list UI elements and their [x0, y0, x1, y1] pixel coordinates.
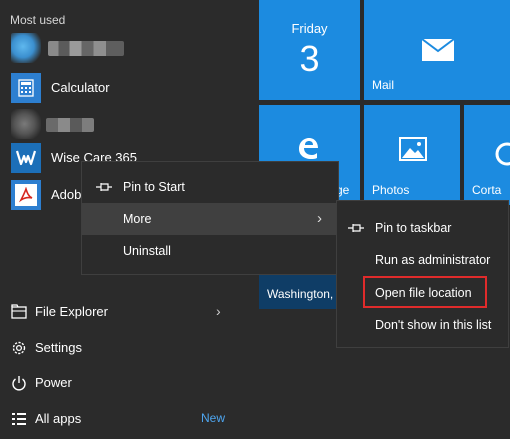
submenu-item-dont-show[interactable]: Don't show in this list	[337, 309, 508, 341]
app-item-calculator[interactable]: Calculator	[0, 71, 250, 105]
pin-icon	[95, 181, 113, 196]
mail-tile[interactable]: Mail	[364, 0, 510, 100]
settings-item[interactable]: Settings	[0, 331, 250, 365]
chevron-right-icon: ›	[317, 210, 322, 227]
submenu-label-pin-to-taskbar: Pin to taskbar	[375, 221, 452, 235]
file-explorer-label: File Explorer	[35, 304, 108, 319]
cortana-tile[interactable]: Corta	[464, 105, 510, 205]
mail-label: Mail	[372, 78, 395, 92]
file-explorer-icon	[10, 303, 28, 321]
submenu: Pin to taskbar Run as administrator Open…	[336, 200, 509, 348]
power-label: Power	[35, 375, 72, 390]
app-item-blurred-1[interactable]	[0, 31, 250, 65]
power-item[interactable]: Power	[0, 366, 250, 400]
context-menu: Pin to Start More › Uninstall	[81, 161, 339, 275]
gear-icon	[10, 339, 28, 357]
menu-label-pin-to-start: Pin to Start	[123, 180, 185, 194]
submenu-item-pin-to-taskbar[interactable]: Pin to taskbar	[337, 212, 508, 244]
menu-item-uninstall[interactable]: Uninstall	[82, 235, 338, 267]
app-item-blurred-2[interactable]	[0, 107, 250, 141]
list-icon	[10, 410, 28, 428]
all-apps-item[interactable]: All apps New	[0, 402, 250, 436]
calendar-tile[interactable]: Friday 3	[259, 0, 360, 100]
menu-item-pin-to-start[interactable]: Pin to Start	[82, 171, 338, 203]
weather-label: Washington,	[267, 287, 334, 301]
blurred-app-icon	[11, 109, 41, 139]
calendar-day: Friday	[291, 21, 328, 36]
settings-label: Settings	[35, 340, 82, 355]
menu-label-more: More	[123, 212, 152, 226]
file-explorer-item[interactable]: File Explorer ›	[0, 295, 250, 329]
adobe-acrobat-icon	[11, 180, 41, 210]
blurred-app-name	[48, 41, 124, 56]
submenu-label-run-as-admin: Run as administrator	[375, 253, 491, 267]
chevron-right-icon[interactable]: ›	[216, 303, 221, 319]
cortana-label: Corta	[472, 183, 502, 197]
submenu-item-run-as-admin[interactable]: Run as administrator	[337, 244, 508, 276]
menu-label-uninstall: Uninstall	[123, 244, 171, 258]
most-used-heading: Most used	[10, 13, 66, 27]
calendar-date: 3	[299, 38, 320, 79]
submenu-label-dont-show: Don't show in this list	[375, 318, 492, 332]
blurred-app-name	[46, 118, 94, 132]
cortana-icon	[494, 141, 510, 172]
blurred-app-icon	[11, 33, 41, 63]
highlight-annotation	[363, 276, 487, 308]
pin-icon	[347, 222, 365, 237]
wise-care-icon	[11, 143, 41, 173]
calculator-icon	[11, 73, 41, 103]
all-apps-label: All apps	[35, 411, 82, 426]
app-label-calculator: Calculator	[51, 80, 110, 95]
start-menu: Most used Calculator Wise Care 365 Adobe…	[0, 0, 510, 439]
photos-icon	[399, 137, 427, 166]
photos-tile[interactable]: Photos	[364, 105, 460, 205]
power-icon	[10, 374, 28, 392]
mail-icon	[421, 38, 455, 67]
new-badge: New	[201, 411, 226, 425]
photos-label: Photos	[372, 183, 410, 197]
menu-item-more[interactable]: More ›	[82, 203, 338, 235]
